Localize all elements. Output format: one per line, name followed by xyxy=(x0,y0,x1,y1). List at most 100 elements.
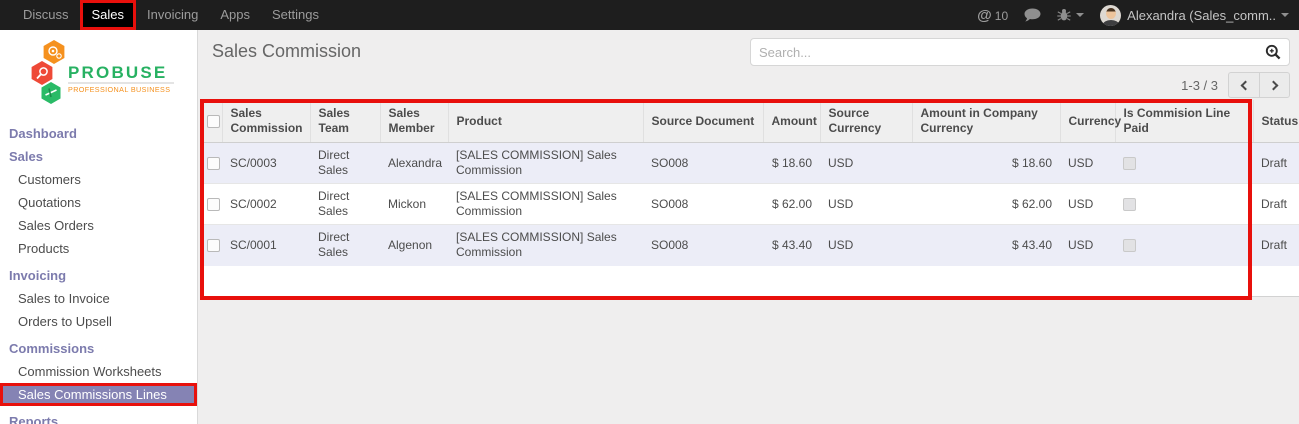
cell-team: Direct Sales xyxy=(310,225,380,266)
col-product[interactable]: Product xyxy=(448,100,643,143)
pager: 1-3 / 3 xyxy=(1181,72,1290,98)
mention-count: 10 xyxy=(995,9,1008,23)
sidebar-item-commission-worksheets[interactable]: Commission Worksheets xyxy=(0,360,197,383)
sidebar-item-orders-to-upsell[interactable]: Orders to Upsell xyxy=(0,310,197,333)
cell-status: Draft xyxy=(1253,143,1299,184)
cell-product: [SALES COMMISSION] Sales Commission xyxy=(448,143,643,184)
cell-code: SC/0003 xyxy=(222,143,310,184)
cell-status: Draft xyxy=(1253,184,1299,225)
menu-discuss[interactable]: Discuss xyxy=(12,0,80,30)
pager-previous-button[interactable] xyxy=(1228,72,1259,98)
chevron-left-icon xyxy=(1241,80,1251,90)
col-sales-member[interactable]: Sales Member xyxy=(380,100,448,143)
menu-apps[interactable]: Apps xyxy=(209,0,261,30)
cell-amount-company: $ 62.00 xyxy=(912,184,1060,225)
cell-amount: $ 62.00 xyxy=(763,184,820,225)
paid-checkbox[interactable] xyxy=(1123,198,1136,211)
sidebar-item-customers[interactable]: Customers xyxy=(0,168,197,191)
sidebar-section-commissions[interactable]: Commissions xyxy=(0,337,197,360)
search-icon[interactable] xyxy=(1265,44,1281,60)
user-menu[interactable]: Alexandra (Sales_comm.. xyxy=(1127,8,1276,23)
cell-source-document: SO008 xyxy=(643,143,763,184)
at-icon xyxy=(977,7,992,24)
cell-amount-company: $ 43.40 xyxy=(912,225,1060,266)
debug-menu[interactable] xyxy=(1057,8,1084,22)
page-title: Sales Commission xyxy=(212,41,361,62)
cell-amount: $ 43.40 xyxy=(763,225,820,266)
table-row[interactable]: SC/0002 Direct Sales Mickon [SALES COMMI… xyxy=(202,184,1299,225)
mentions-counter[interactable]: 10 xyxy=(977,7,1008,24)
cell-currency: USD xyxy=(1060,184,1115,225)
main-content: Sales Commission 1-3 / 3 xyxy=(198,30,1299,424)
cell-code: SC/0002 xyxy=(222,184,310,225)
cell-source-currency: USD xyxy=(820,225,912,266)
bug-icon xyxy=(1057,8,1071,22)
sidebar-item-products[interactable]: Products xyxy=(0,237,197,260)
col-status[interactable]: Status xyxy=(1253,100,1299,143)
cell-product: [SALES COMMISSION] Sales Commission xyxy=(448,225,643,266)
row-checkbox[interactable] xyxy=(207,198,220,211)
gear-hexagon xyxy=(44,40,65,64)
col-sales-commission[interactable]: Sales Commission xyxy=(222,100,310,143)
row-checkbox[interactable] xyxy=(207,239,220,252)
sidebar-item-sales-to-invoice[interactable]: Sales to Invoice xyxy=(0,287,197,310)
control-panel: Sales Commission 1-3 / 3 xyxy=(198,30,1299,100)
cell-product: [SALES COMMISSION] Sales Commission xyxy=(448,184,643,225)
search-input[interactable] xyxy=(759,45,1265,60)
sidebar-section-reports[interactable]: Reports xyxy=(0,410,197,424)
col-amount-company-currency[interactable]: Amount in Company Currency xyxy=(912,100,1060,143)
user-avatar[interactable] xyxy=(1100,5,1121,26)
pager-range: 1-3 / 3 xyxy=(1181,78,1218,93)
cell-team: Direct Sales xyxy=(310,184,380,225)
chevron-down-icon xyxy=(1281,13,1289,17)
commission-lines-table: Sales Commission Sales Team Sales Member… xyxy=(202,100,1299,266)
search-box xyxy=(750,38,1290,66)
pager-next-button[interactable] xyxy=(1259,72,1290,98)
paid-checkbox[interactable] xyxy=(1123,157,1136,170)
row-checkbox[interactable] xyxy=(207,157,220,170)
sidebar: PROBUSE PROFESSIONAL BUSINESS Dashboard … xyxy=(0,30,198,424)
col-sales-team[interactable]: Sales Team xyxy=(310,100,380,143)
cell-amount-company: $ 18.60 xyxy=(912,143,1060,184)
list-view: Sales Commission Sales Team Sales Member… xyxy=(202,100,1299,297)
sidebar-item-sales-commissions-lines[interactable]: Sales Commissions Lines xyxy=(0,383,197,406)
cell-member: Algenon xyxy=(380,225,448,266)
sidebar-section-invoicing[interactable]: Invoicing xyxy=(0,264,197,287)
table-row[interactable]: SC/0003 Direct Sales Alexandra [SALES CO… xyxy=(202,143,1299,184)
cell-team: Direct Sales xyxy=(310,143,380,184)
select-all-checkbox[interactable] xyxy=(207,115,220,128)
table-row[interactable]: SC/0001 Direct Sales Algenon [SALES COMM… xyxy=(202,225,1299,266)
paid-checkbox[interactable] xyxy=(1123,239,1136,252)
col-amount[interactable]: Amount xyxy=(763,100,820,143)
cell-amount: $ 18.60 xyxy=(763,143,820,184)
cell-source-currency: USD xyxy=(820,184,912,225)
chat-icon[interactable] xyxy=(1024,8,1041,22)
cell-member: Mickon xyxy=(380,184,448,225)
col-currency[interactable]: Currency xyxy=(1060,100,1115,143)
top-navbar: Discuss Sales Invoicing Apps Settings 10 xyxy=(0,0,1299,30)
cell-status: Draft xyxy=(1253,225,1299,266)
menu-sales[interactable]: Sales xyxy=(80,0,137,30)
cell-code: SC/0001 xyxy=(222,225,310,266)
logo-tagline-text: PROFESSIONAL BUSINESS xyxy=(68,85,170,94)
menu-invoicing[interactable]: Invoicing xyxy=(136,0,209,30)
sidebar-section-sales[interactable]: Sales xyxy=(0,145,197,168)
sidebar-item-sales-orders[interactable]: Sales Orders xyxy=(0,214,197,237)
sidebar-section-dashboard[interactable]: Dashboard xyxy=(0,122,197,145)
menu-settings[interactable]: Settings xyxy=(261,0,330,30)
cell-currency: USD xyxy=(1060,143,1115,184)
cell-source-currency: USD xyxy=(820,143,912,184)
cell-source-document: SO008 xyxy=(643,225,763,266)
chevron-down-icon xyxy=(1076,13,1084,17)
magnifier-hexagon xyxy=(32,61,53,85)
col-source-document[interactable]: Source Document xyxy=(643,100,763,143)
col-source-currency[interactable]: Source Currency xyxy=(820,100,912,143)
cell-currency: USD xyxy=(1060,225,1115,266)
logo-brand-text: PROBUSE xyxy=(68,63,167,82)
top-menu: Discuss Sales Invoicing Apps Settings xyxy=(0,0,330,30)
cell-source-document: SO008 xyxy=(643,184,763,225)
sidebar-item-quotations[interactable]: Quotations xyxy=(0,191,197,214)
cell-member: Alexandra xyxy=(380,143,448,184)
col-is-commission-line-paid[interactable]: Is Commision Line Paid xyxy=(1115,100,1253,143)
chevron-right-icon xyxy=(1268,80,1278,90)
